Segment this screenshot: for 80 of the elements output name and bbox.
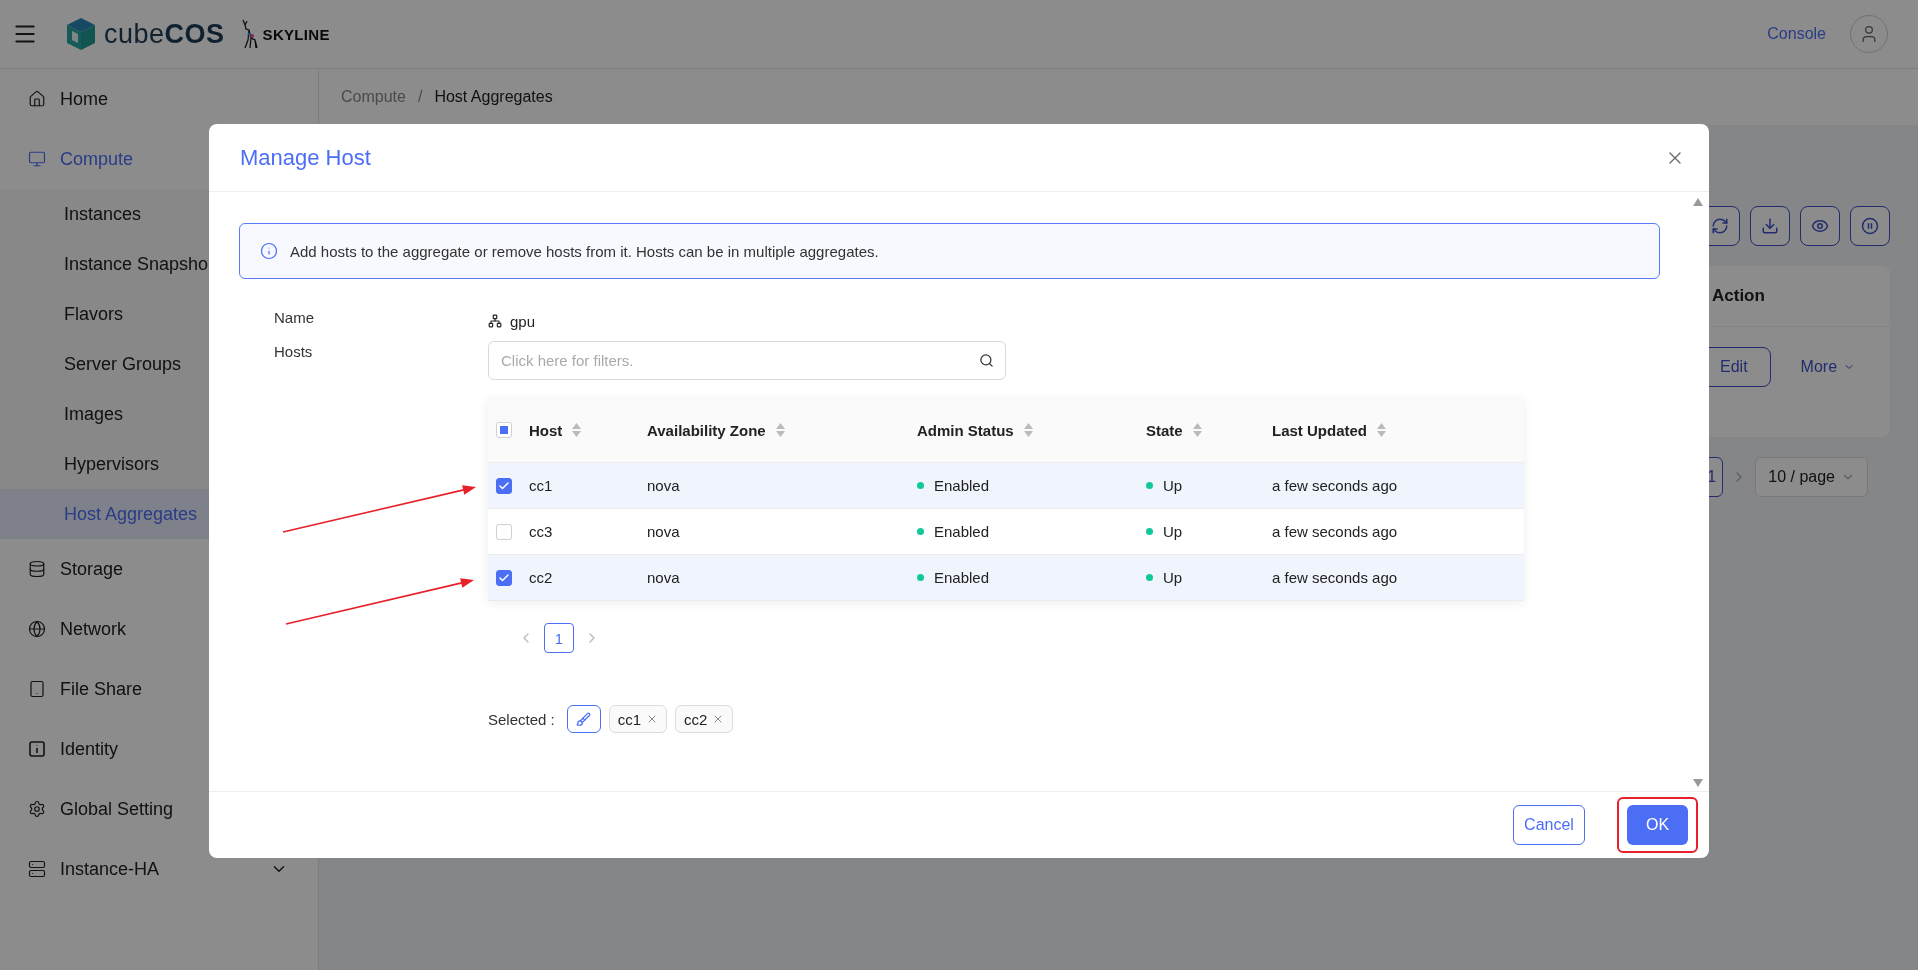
refresh-icon	[1711, 217, 1729, 235]
pause-icon	[1861, 217, 1879, 235]
settings-icon	[28, 800, 46, 818]
partner-logo-text: SKYLINE	[262, 25, 330, 43]
row-checkbox[interactable]	[496, 569, 512, 586]
column-header[interactable]: Host	[529, 421, 563, 439]
table-cell: Up	[1163, 477, 1183, 494]
name-value: gpu	[510, 312, 536, 330]
download-button[interactable]	[1750, 206, 1790, 246]
table-cell: cc3	[529, 523, 553, 540]
selected-label: Selected :	[488, 710, 555, 728]
sort-icon[interactable]	[1023, 423, 1033, 437]
info-icon	[28, 740, 46, 758]
column-header[interactable]: Admin Status	[917, 421, 1014, 439]
eye-button[interactable]	[1800, 206, 1840, 246]
sidebar-item[interactable]: File Share	[0, 659, 318, 719]
table-cell: a few seconds ago	[1272, 523, 1398, 540]
ok-button[interactable]: OK	[1627, 805, 1688, 845]
breadcrumb-separator: /	[417, 88, 423, 106]
sidebar-item[interactable]: Home	[0, 69, 318, 129]
column-header: Action	[1712, 266, 1890, 327]
server-icon	[28, 860, 46, 878]
sort-icon[interactable]	[1192, 423, 1202, 437]
host-tag: cc2	[675, 705, 734, 733]
search-field[interactable]: Click here for filters.	[488, 341, 1006, 380]
page-size-select[interactable]: 10 / page	[1755, 457, 1868, 497]
table-cell: Enabled	[934, 477, 990, 494]
modal-title: Manage Host	[240, 144, 371, 171]
info-text: Add hosts to the aggregate or remove hosts from it. Hosts can be in multiple aggregates.	[290, 242, 879, 260]
table-cell: a few seconds ago	[1272, 477, 1398, 494]
sidebar-item[interactable]: Global Setting	[0, 779, 318, 839]
sidebar-item[interactable]: Storage	[0, 539, 318, 599]
clear-button[interactable]	[566, 705, 601, 733]
brand-name: cubeCOS	[104, 18, 225, 50]
sort-icon[interactable]	[775, 423, 785, 437]
table-cell: nova	[647, 569, 680, 586]
table-cell: Up	[1163, 523, 1183, 540]
sort-icon[interactable]	[572, 423, 582, 437]
table-cell: nova	[647, 477, 680, 494]
column-header[interactable]: Last Updated	[1272, 421, 1367, 439]
check-icon	[498, 571, 510, 584]
pause-button[interactable]	[1850, 206, 1890, 246]
field-label: Hosts	[274, 342, 314, 360]
sidebar-item[interactable]: Network	[0, 599, 318, 659]
select-all-checkbox[interactable]	[496, 422, 512, 438]
column-header[interactable]: Availability Zone	[647, 421, 766, 439]
table-cell: Enabled	[934, 569, 990, 586]
breadcrumb-item: Host Aggregates	[434, 88, 553, 106]
column-header[interactable]: State	[1146, 421, 1183, 439]
check-icon	[498, 479, 510, 492]
more-dropdown[interactable]: More	[1800, 358, 1856, 376]
monitor-icon	[28, 150, 46, 168]
cancel-button[interactable]: Cancel	[1513, 805, 1585, 845]
globe-icon	[28, 620, 46, 638]
table-cell: Enabled	[934, 523, 990, 540]
table-cell: cc2	[529, 569, 553, 586]
search-icon[interactable]	[979, 353, 994, 368]
cube-logo-icon	[66, 17, 96, 51]
table-cell: cc1	[529, 477, 553, 494]
network-icon	[488, 314, 502, 328]
sidebar-item[interactable]: Identity	[0, 719, 318, 779]
sidebar-item[interactable]: Instance-HA	[0, 839, 318, 899]
console-link[interactable]: Console	[1767, 25, 1826, 43]
table-cell: nova	[647, 523, 680, 540]
brush-icon	[576, 711, 592, 727]
sort-icon[interactable]	[1377, 423, 1386, 437]
home-icon	[28, 90, 46, 108]
host-tag: cc1	[608, 705, 668, 733]
field-label: Name	[274, 309, 315, 326]
row-checkbox[interactable]	[496, 477, 512, 494]
scroll-up-icon[interactable]	[1693, 198, 1703, 206]
download-icon	[1761, 217, 1779, 235]
tablet-icon	[28, 680, 46, 698]
scroll-down-icon[interactable]	[1693, 779, 1703, 787]
table-cell: Up	[1163, 569, 1183, 586]
database-icon	[28, 560, 46, 578]
table-cell: a few seconds ago	[1272, 569, 1398, 586]
page-button[interactable]: 1	[544, 623, 574, 653]
info-icon	[260, 242, 278, 260]
eye-icon	[1811, 217, 1829, 235]
